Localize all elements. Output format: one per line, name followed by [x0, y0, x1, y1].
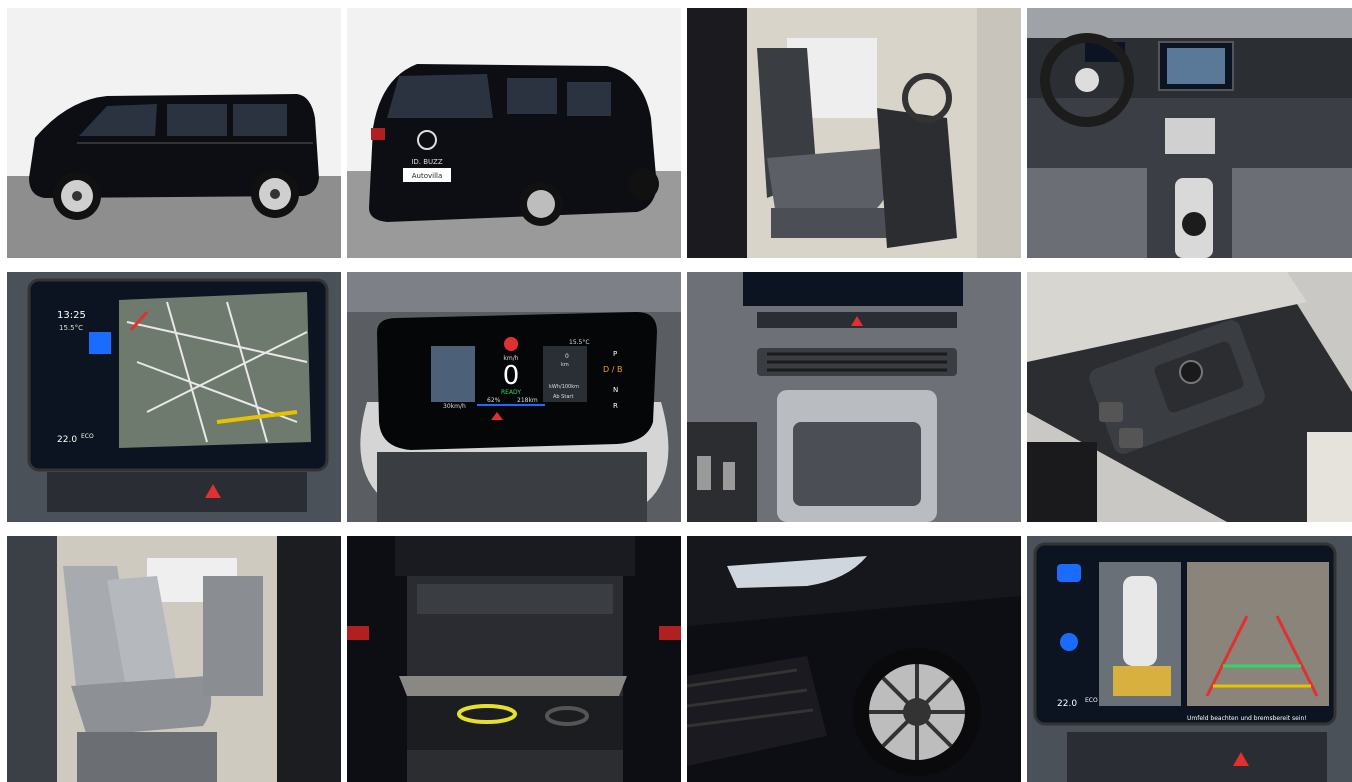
gear-r: R — [613, 402, 618, 410]
cockpit-image — [1027, 8, 1352, 258]
right-panel-label: Ab Start — [553, 394, 573, 400]
headlight-wheel-image — [687, 536, 1021, 782]
photo-exterior-side[interactable] — [7, 8, 341, 258]
photo-front-seat-door[interactable] — [687, 8, 1021, 258]
exterior-rear-image: ID. BUZZ Autovilla — [347, 8, 681, 258]
photo-infotainment-nav[interactable]: 13:25 15.5°C 22.0 ECO — [7, 272, 341, 522]
photo-gallery: ID. BUZZ Autovilla 13:25 15.5°C 22.0 ECO… — [0, 0, 1352, 782]
license-plate-text: Autovilla — [412, 172, 443, 180]
photo-headlight-wheel[interactable] — [687, 536, 1021, 782]
nav-outside-temp: 15.5°C — [59, 324, 83, 332]
park-eco-label: ECO — [1085, 697, 1098, 704]
speed-limit: 30km/h — [443, 403, 466, 410]
nav-climate-temp: 22.0 — [57, 435, 77, 445]
range-value: 218km — [517, 397, 538, 404]
cargo-image — [347, 536, 681, 782]
photo-cargo[interactable] — [347, 536, 681, 782]
nav-screen-image: 13:25 15.5°C 22.0 ECO — [7, 272, 341, 522]
rear-seats-image — [7, 536, 341, 782]
speed-value: 0 — [503, 361, 520, 391]
park-warning-text: Umfeld beachten und bremsbereit sein! — [1187, 715, 1307, 722]
gear-db: D / B — [603, 365, 622, 374]
photo-driver-display[interactable]: km/h 0 READY 30km/h 62% 218km 15.5°C 0 k… — [347, 272, 681, 522]
nav-time: 13:25 — [57, 310, 86, 321]
efficiency-unit: kWh/100km — [549, 384, 579, 390]
gear-p: P — [613, 350, 617, 358]
consumption-value: 0 — [565, 353, 569, 360]
ready-indicator: READY — [501, 389, 521, 396]
exterior-side-image — [7, 8, 341, 258]
battery-level: 62% — [487, 397, 501, 404]
center-console-image — [687, 272, 1021, 522]
nav-eco-label: ECO — [81, 433, 94, 440]
photo-exterior-rear[interactable]: ID. BUZZ Autovilla — [347, 8, 681, 258]
gear-n: N — [613, 386, 618, 394]
parking-camera-image: 22.0 ECO Umfeld beachten und bremsbereit… — [1027, 536, 1352, 782]
photo-center-console[interactable] — [687, 272, 1021, 522]
door-controls-image — [1027, 272, 1352, 522]
photo-parking-camera[interactable]: 22.0 ECO Umfeld beachten und bremsbereit… — [1027, 536, 1352, 782]
photo-door-controls[interactable] — [1027, 272, 1352, 522]
photo-cockpit[interactable] — [1027, 8, 1352, 258]
photo-rear-seats[interactable] — [7, 536, 341, 782]
consumption-unit: km — [561, 362, 569, 368]
driver-display-image: km/h 0 READY 30km/h 62% 218km 15.5°C 0 k… — [347, 272, 681, 522]
rear-badge-text: ID. BUZZ — [411, 158, 443, 166]
park-climate-temp: 22.0 — [1057, 699, 1077, 709]
front-seat-image — [687, 8, 1021, 258]
display-outside-temp: 15.5°C — [569, 339, 590, 346]
